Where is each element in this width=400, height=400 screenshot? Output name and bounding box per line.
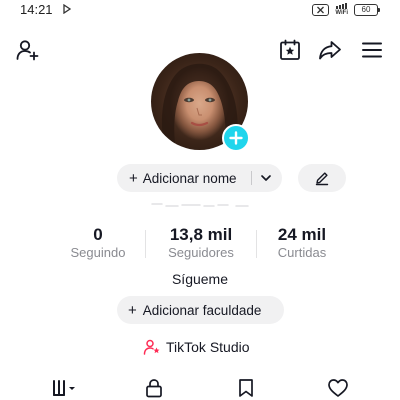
tab-videos[interactable] [50, 377, 82, 399]
status-indicators: WiFi 60 [312, 3, 380, 16]
blurred-username [151, 203, 249, 207]
followers-count: 13,8 mil [169, 225, 233, 244]
lock-icon [146, 379, 162, 398]
add-friend-icon[interactable] [15, 38, 39, 62]
videos-grid-icon [53, 380, 75, 396]
stat-followers[interactable]: 13,8 mil Seguidores [157, 225, 245, 261]
stat-following[interactable]: 0 Seguindo [62, 225, 134, 261]
studio-person-star-icon [143, 339, 160, 355]
profile-bio: Sígueme [171, 271, 229, 287]
wifi-icon: WiFi [335, 3, 348, 16]
followers-label: Seguidores [168, 245, 234, 260]
pill-divider [251, 171, 252, 185]
plus-icon: + [128, 301, 137, 319]
chevron-down-icon[interactable] [260, 172, 272, 184]
stat-divider [256, 230, 257, 258]
tiktok-studio-link[interactable]: TikTok Studio [143, 338, 250, 356]
share-icon[interactable] [318, 38, 342, 62]
tab-saved[interactable] [236, 377, 256, 399]
add-photo-button[interactable] [222, 124, 250, 152]
likes-label: Curtidas [277, 245, 327, 260]
add-college-label: Adicionar faculdade [142, 302, 262, 318]
bookmark-icon [239, 379, 253, 397]
add-name-label: Adicionar nome [142, 170, 237, 186]
pencil-icon [315, 172, 329, 186]
calendar-star-icon[interactable] [278, 38, 302, 62]
plus-icon: + [129, 169, 138, 187]
tab-private[interactable] [143, 377, 165, 399]
following-count: 0 [93, 225, 103, 244]
following-label: Seguindo [70, 245, 126, 260]
battery-icon: 60 [354, 3, 380, 16]
no-sim-icon [312, 3, 330, 16]
tab-liked[interactable] [326, 377, 350, 399]
play-indicator-icon [63, 4, 71, 14]
wifi-label: WiFi [335, 10, 348, 16]
tiktok-studio-label: TikTok Studio [166, 339, 250, 355]
add-name-button[interactable]: + Adicionar nome [117, 164, 282, 192]
stat-likes[interactable]: 24 mil Curtidas [266, 225, 338, 261]
battery-level: 60 [361, 4, 371, 14]
add-college-button[interactable]: + Adicionar faculdade [117, 296, 284, 324]
status-bar: 14:21 WiFi 60 [0, 0, 400, 20]
plus-icon [229, 131, 243, 145]
likes-count: 24 mil [277, 225, 327, 244]
status-time: 14:21 [20, 2, 53, 17]
heart-icon [328, 379, 348, 397]
edit-profile-button[interactable] [298, 164, 346, 192]
menu-icon[interactable] [360, 38, 384, 62]
stat-divider [145, 230, 146, 258]
